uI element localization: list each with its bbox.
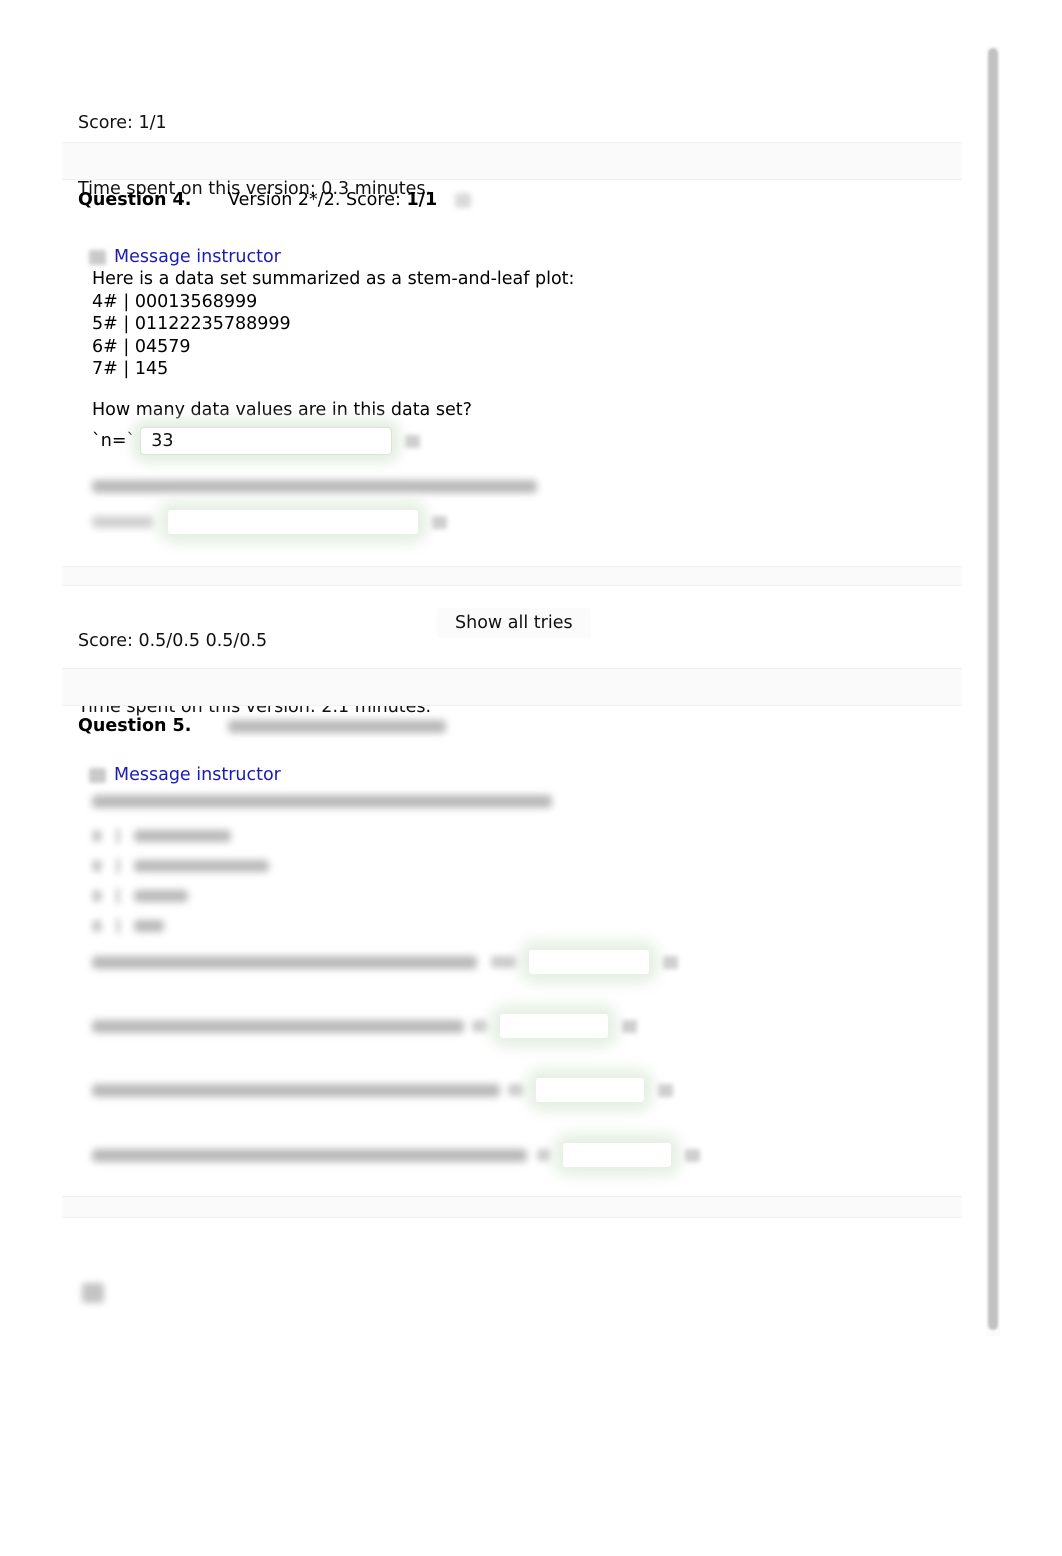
envelope-icon [89, 249, 106, 265]
question5-answer-input[interactable] [500, 1014, 608, 1038]
question5-version-score-redacted [228, 719, 446, 733]
leaf-digits [134, 860, 269, 872]
envelope-icon [89, 767, 106, 783]
question3-message-instructor-link[interactable]: Message instructor [114, 247, 281, 267]
question5-answer-row [92, 941, 678, 983]
question5-answer-row [92, 1134, 700, 1176]
question5-stem-leaf-redacted [92, 828, 269, 934]
question5-intro-redacted [92, 795, 552, 808]
check-icon [622, 1019, 637, 1033]
check-icon [405, 434, 421, 448]
question4-score-line: Score: 0.5/0.5 0.5/0.5 [78, 631, 268, 651]
question4-prompt-1: How many data values are in this data se… [92, 399, 472, 420]
attachment-icon[interactable] [82, 1283, 104, 1303]
redacted-prompt [92, 955, 477, 969]
question4-answer-row-2-redacted [92, 501, 447, 543]
stem-leaf-row: 7# | 145 [92, 359, 169, 379]
question5-answer-row [92, 1069, 673, 1111]
stem-leaf-row-redacted [92, 828, 269, 844]
info-icon[interactable] [455, 192, 472, 208]
question5-answer-field-wrap [491, 1005, 617, 1047]
question4-intro: Here is a data set summarized as a stem-… [92, 269, 575, 289]
redacted-prompt [92, 1083, 500, 1097]
question5-answer-input[interactable] [529, 950, 649, 974]
question4-answer-input-2[interactable] [168, 510, 418, 534]
question4-answer-field-wrap-1 [132, 419, 401, 463]
question4-answer-field-wrap-2 [159, 501, 427, 543]
quiz-results-page: Score: 1/1 Time spent on this version: 0… [0, 0, 1062, 1556]
stem-leaf-row-redacted [92, 858, 269, 874]
question4-score-value: 1/1 [406, 190, 438, 210]
question5-body-redacted [92, 795, 552, 808]
check-icon [658, 1083, 673, 1097]
question5-answer-input[interactable] [536, 1078, 644, 1102]
separator-band-q3-q4 [62, 142, 962, 180]
question5-answer-row [92, 1005, 637, 1047]
question4-answer-label-1: `n=` [92, 430, 136, 451]
question4-version-prefix: Version 2*/2. Score: [228, 190, 407, 210]
leaf-digits [134, 890, 188, 902]
stem-digit [92, 890, 102, 902]
vertical-scrollbar-thumb[interactable] [988, 48, 998, 1330]
stem-leaf-row: 4# | 00013568999 [92, 291, 258, 312]
stem-pipe [116, 888, 120, 904]
question4-message-instructor-row[interactable]: Message instructor [89, 765, 431, 785]
stem-pipe [116, 918, 120, 934]
stem-digit [92, 920, 102, 932]
redacted-prompt [92, 1019, 464, 1033]
stem-leaf-row-redacted [92, 918, 269, 934]
question5-answer-input[interactable] [563, 1143, 671, 1167]
question3-score-line: Score: 1/1 [78, 113, 167, 133]
separator-band-q4-q5 [62, 668, 962, 706]
redacted-answer-label [92, 516, 154, 528]
page-gutter-left [0, 0, 62, 1556]
stem-pipe [116, 828, 120, 844]
check-icon [432, 515, 447, 529]
question5-answer-field-wrap [554, 1134, 680, 1176]
question4-result-block: Score: 0.5/0.5 0.5/0.5 Time spent on thi… [78, 586, 431, 829]
redacted-answer-label [537, 1149, 551, 1161]
question5-answer-field-wrap [520, 941, 658, 983]
redacted-answer-label [472, 1020, 488, 1032]
question4-header: Question 4. Version 2*/2. Score: 1/1 [78, 190, 472, 210]
question5-answer-field-wrap [527, 1069, 653, 1111]
stem-pipe [116, 858, 120, 874]
stem-leaf-row: 5# | 01122235788999 [92, 314, 291, 334]
question4-answer-input-1[interactable] [141, 428, 392, 454]
stem-leaf-row: 6# | 04579 [92, 336, 191, 357]
leaf-digits [134, 830, 231, 842]
redacted-text-line [92, 480, 537, 493]
question4-message-instructor-link[interactable]: Message instructor [114, 765, 281, 785]
question5-label: Question 5. [78, 716, 192, 736]
leaf-digits [134, 920, 164, 932]
redacted-answer-label [508, 1084, 524, 1096]
stem-leaf-row-redacted [92, 888, 269, 904]
question5-header: Question 5. [78, 716, 446, 736]
stem-digit [92, 830, 102, 842]
check-icon [663, 955, 678, 969]
question4-version-score: Version 2*/2. Score: 1/1 [228, 190, 437, 210]
question4-label: Question 4. [78, 190, 192, 210]
stem-digit [92, 860, 102, 872]
show-all-tries-button[interactable]: Show all tries [437, 608, 591, 638]
question3-message-instructor-row[interactable]: Message instructor [89, 247, 431, 267]
separator-band-q4 [62, 566, 962, 586]
check-icon [685, 1148, 700, 1162]
question4-body: Here is a data set summarized as a stem-… [92, 268, 575, 463]
question4-answer-row-1: `n=` [92, 419, 574, 463]
redacted-prompt [92, 1148, 527, 1162]
redacted-answer-label [491, 956, 517, 968]
question4-prompt-2-redacted [92, 480, 537, 493]
separator-band-q5-footer [62, 1196, 962, 1218]
